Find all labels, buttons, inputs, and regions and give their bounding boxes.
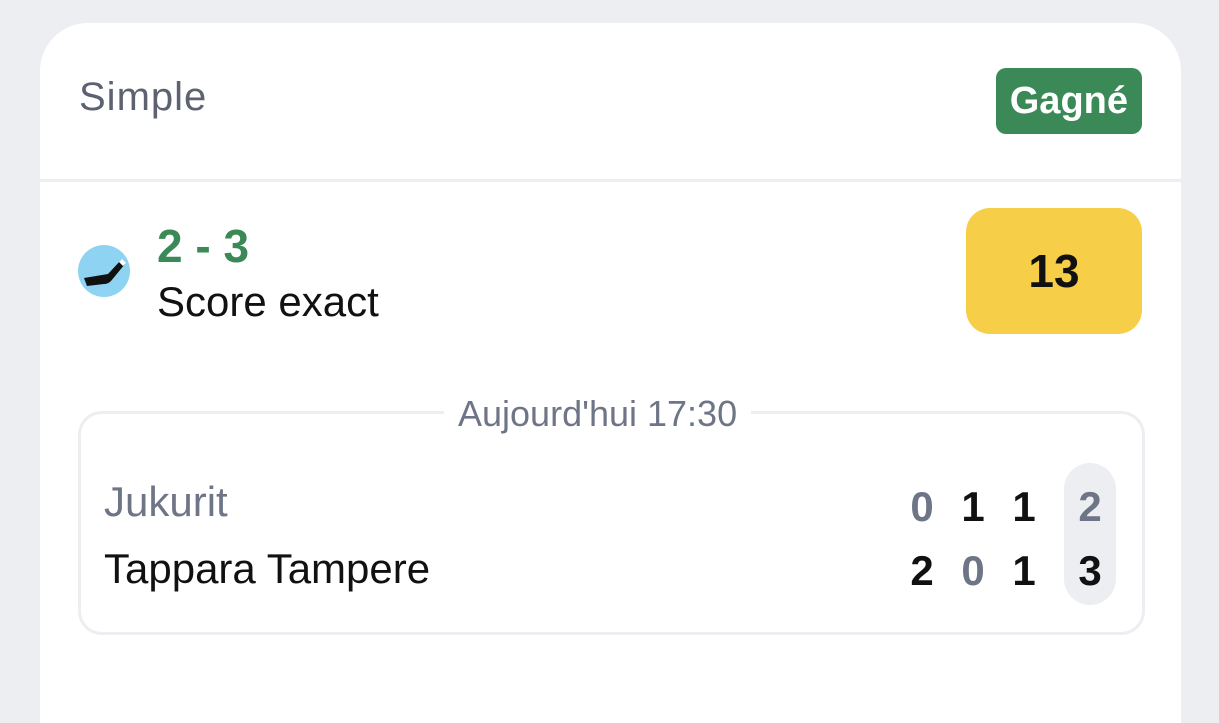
away-team-name: Tappara Tampere	[104, 545, 431, 592]
home-team-name: Jukurit	[104, 478, 228, 525]
bet-card-header: Simple Gagné	[40, 23, 1181, 182]
away-period-2-score: 0	[961, 547, 985, 594]
home-total-score: 2	[1078, 483, 1102, 530]
home-period-1-score: 0	[910, 483, 934, 530]
away-period-1-score: 2	[910, 547, 934, 594]
home-period-2-score: 1	[961, 483, 985, 530]
home-period-3-score: 1	[1012, 483, 1036, 530]
market-name: Score exact	[157, 278, 379, 325]
hockey-stick-icon	[78, 245, 130, 297]
away-total-score: 3	[1078, 547, 1102, 594]
event-date: Aujourd'hui 17:30	[444, 393, 752, 435]
away-period-3-score: 1	[1012, 547, 1036, 594]
odds-button[interactable]: 13	[966, 208, 1142, 334]
bet-type-label: Simple	[79, 75, 208, 119]
selection-score: 2 - 3	[157, 220, 250, 272]
status-badge: Gagné	[995, 68, 1142, 134]
bet-card: Simple Gagné 2 - 3 Score exact 13 Aujour…	[40, 23, 1181, 723]
